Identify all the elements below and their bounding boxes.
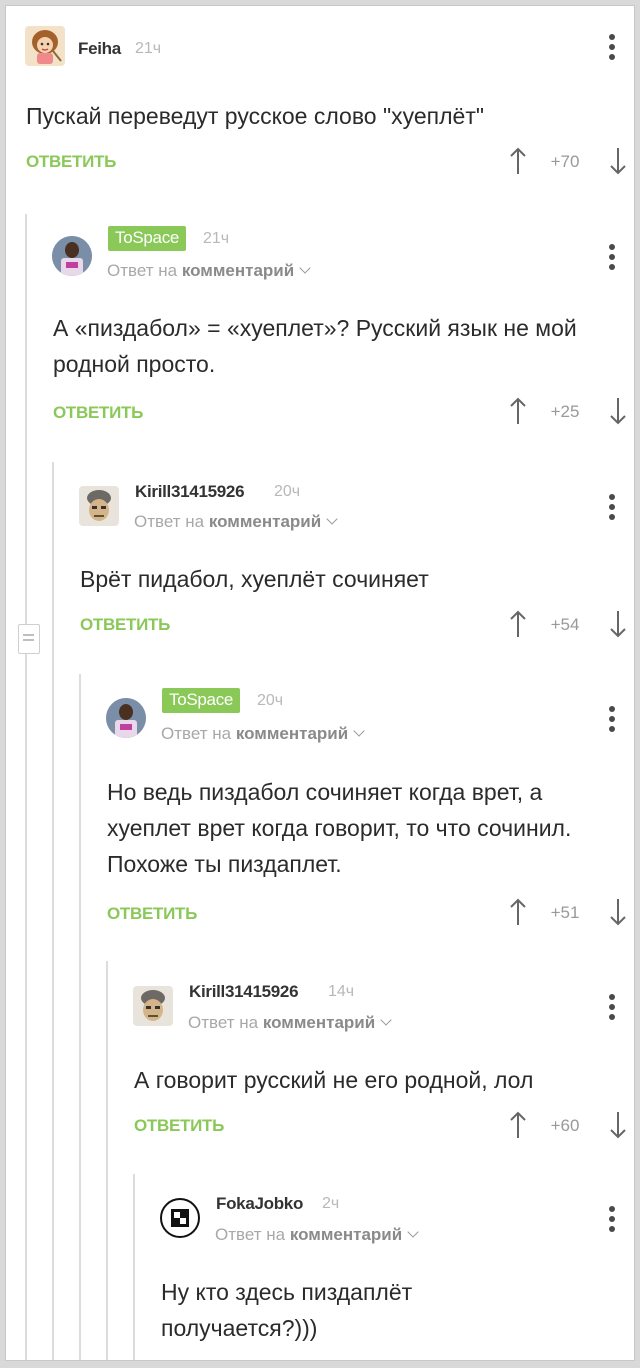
score: +54 [550,615,580,634]
chevron-down-icon [380,1014,392,1026]
avatar[interactable] [52,236,92,276]
reply-button[interactable]: ОТВЕТИТЬ [134,1116,224,1136]
downvote-icon[interactable] [608,897,628,927]
reply-button[interactable]: ОТВЕТИТЬ [107,904,197,924]
reply-button[interactable]: ОТВЕТИТЬ [53,403,143,423]
upvote-icon[interactable] [508,609,528,639]
username[interactable]: ToSpace [108,226,187,251]
timestamp: 14ч [328,983,355,1000]
vote-control: +70 [508,146,628,176]
timestamp: 21ч [203,230,230,247]
username[interactable]: Feiha [78,39,121,59]
avatar[interactable] [160,1198,200,1238]
more-options-icon[interactable] [609,1206,615,1232]
timestamp: 20ч [257,692,284,709]
vote-control: +25 [508,396,628,426]
avatar[interactable] [79,486,119,526]
timestamp: 2ч [322,1195,340,1212]
upvote-icon[interactable] [508,396,528,426]
vote-control: +54 [508,609,628,639]
chevron-down-icon [353,725,365,737]
comment-text: Пускай переведут русское слово "хуеплёт" [26,103,485,129]
vote-control: +51 [508,897,628,927]
upvote-icon[interactable] [508,897,528,927]
timestamp: 21ч [135,40,162,57]
username[interactable]: Kirill31415926 [189,982,299,1002]
reply-to-link[interactable]: Ответ на комментарий [215,1225,419,1245]
reply-button[interactable]: ОТВЕТИТЬ [26,152,116,172]
thread-line[interactable] [79,674,81,1360]
comment-thread: Feiha 21ч Пускай переведут русское слово… [5,5,635,1361]
thread-line[interactable] [25,214,27,1360]
more-options-icon[interactable] [609,994,615,1020]
username[interactable]: ToSpace [162,688,241,713]
reply-to-link[interactable]: Ответ на комментарий [107,261,311,281]
score: +60 [550,1116,580,1135]
reply-to-link[interactable]: Ответ на комментарий [134,512,338,532]
downvote-icon[interactable] [608,609,628,639]
more-options-icon[interactable] [609,244,615,270]
thread-line[interactable] [52,462,54,1360]
timestamp: 20ч [274,483,301,500]
upvote-icon[interactable] [508,1110,528,1140]
vote-control: +60 [508,1110,628,1140]
more-options-icon[interactable] [609,34,615,60]
more-options-icon[interactable] [609,706,615,732]
score: +70 [550,152,580,171]
collapse-thread-button[interactable] [18,624,40,654]
score: +25 [550,402,580,421]
more-options-icon[interactable] [609,494,615,520]
chevron-down-icon [326,513,338,525]
chevron-down-icon [299,262,311,274]
score: +51 [550,903,580,922]
comment-text: Врёт пидабол, хуеплёт сочиняет [80,566,429,592]
downvote-icon[interactable] [608,1110,628,1140]
reply-button[interactable]: ОТВЕТИТЬ [80,615,170,635]
avatar[interactable] [133,986,173,1026]
comment-text: Ну кто здесь пиздаплёт получается?))) [161,1279,413,1341]
comment-text: А «пиздабол» = «хуеплет»? Русский язык н… [53,315,577,377]
downvote-icon[interactable] [608,146,628,176]
thread-line[interactable] [133,1174,135,1360]
avatar[interactable] [25,26,65,66]
chevron-down-icon [407,1226,419,1238]
reply-to-link[interactable]: Ответ на комментарий [161,724,365,744]
downvote-icon[interactable] [608,396,628,426]
thread-line[interactable] [106,961,108,1360]
reply-to-link[interactable]: Ответ на комментарий [188,1013,392,1033]
upvote-icon[interactable] [508,146,528,176]
username[interactable]: Kirill31415926 [135,482,245,502]
comment-text: А говорит русский не его родной, лол [134,1067,534,1093]
comment-text: Но ведь пиздабол сочиняет когда врет, а … [107,779,572,877]
avatar[interactable] [106,698,146,738]
username[interactable]: FokaJobko [216,1194,303,1214]
